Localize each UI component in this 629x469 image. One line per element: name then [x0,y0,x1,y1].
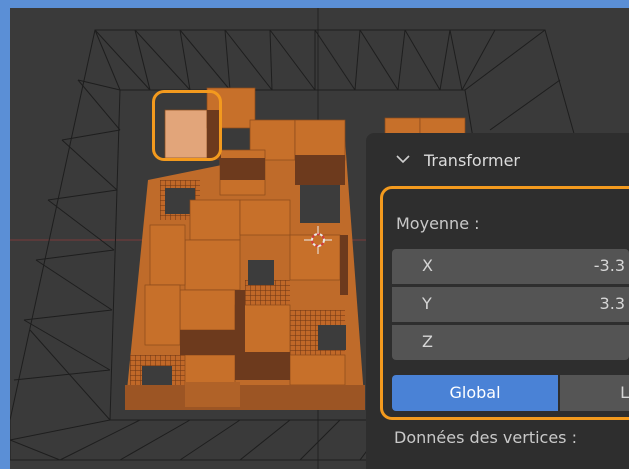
panel-header[interactable]: Transformer [366,133,629,175]
panel-title: Transformer [424,151,521,170]
fields-highlight [380,186,629,420]
floor-hole [248,260,274,285]
window-frame-top [0,0,629,8]
floor-hole [300,185,340,223]
chevron-down-icon[interactable] [396,155,410,164]
vertex-data-label: Données des vertices : [394,428,577,447]
window-frame-left [0,0,10,469]
selected-block-highlight [152,90,222,161]
floor-hole [318,325,346,350]
blender-window: Transformer Moyenne : X -3.3 Y 3.3 Z Glo… [0,0,629,469]
